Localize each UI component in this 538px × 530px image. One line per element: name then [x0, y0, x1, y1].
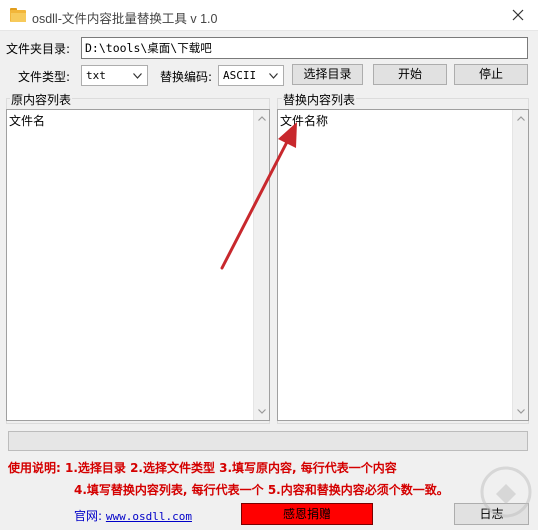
- scroll-up-icon[interactable]: [258, 116, 266, 121]
- scroll-down-icon[interactable]: [258, 409, 266, 414]
- select-directory-button[interactable]: 选择目录: [292, 64, 363, 85]
- original-content-scrollbar[interactable]: [253, 110, 269, 420]
- scroll-up-icon[interactable]: [517, 116, 525, 121]
- replace-content-text: 文件名称: [280, 114, 329, 128]
- website-link[interactable]: 官网: www.osdll.com: [74, 507, 192, 524]
- close-icon[interactable]: [510, 7, 526, 23]
- title-bar: osdll-文件内容批量替换工具 v 1.0: [0, 0, 538, 31]
- chevron-down-icon: [269, 73, 278, 79]
- original-content-textarea[interactable]: 文件名: [6, 109, 270, 421]
- file-type-value: txt: [86, 69, 106, 82]
- folder-label: 文件夹目录:: [6, 42, 71, 56]
- original-content-text: 文件名: [9, 114, 46, 128]
- replace-content-label: 替换内容列表: [282, 91, 357, 108]
- encoding-value: ASCII: [223, 69, 257, 82]
- usage-instructions-line1: 使用说明: 1.选择目录 2.选择文件类型 3.填写原内容, 每行代表一个内容: [8, 461, 397, 475]
- progress-bar: [8, 431, 528, 451]
- log-button[interactable]: 日志: [454, 503, 529, 525]
- start-button[interactable]: 开始: [373, 64, 447, 85]
- replace-content-textarea[interactable]: 文件名称: [277, 109, 529, 421]
- file-type-select[interactable]: txt: [81, 65, 148, 86]
- website-url[interactable]: www.osdll.com: [106, 510, 192, 523]
- chevron-down-icon: [133, 73, 142, 79]
- original-content-label: 原内容列表: [10, 91, 73, 108]
- encoding-select[interactable]: ASCII: [218, 65, 284, 86]
- stop-button[interactable]: 停止: [454, 64, 528, 85]
- folder-path-input[interactable]: D:\tools\桌面\下载吧: [81, 37, 528, 59]
- donate-button[interactable]: 感恩捐赠: [241, 503, 373, 525]
- scroll-down-icon[interactable]: [517, 409, 525, 414]
- usage-instructions-line2: 4.填写替换内容列表, 每行代表一个 5.内容和替换内容必须个数一致。: [74, 483, 449, 497]
- file-type-label: 文件类型:: [18, 70, 71, 84]
- replace-content-scrollbar[interactable]: [512, 110, 528, 420]
- folder-icon: [10, 8, 26, 22]
- website-label: 官网:: [74, 509, 103, 523]
- encoding-label: 替换编码:: [160, 70, 213, 84]
- window-title: osdll-文件内容批量替换工具 v 1.0: [32, 12, 218, 26]
